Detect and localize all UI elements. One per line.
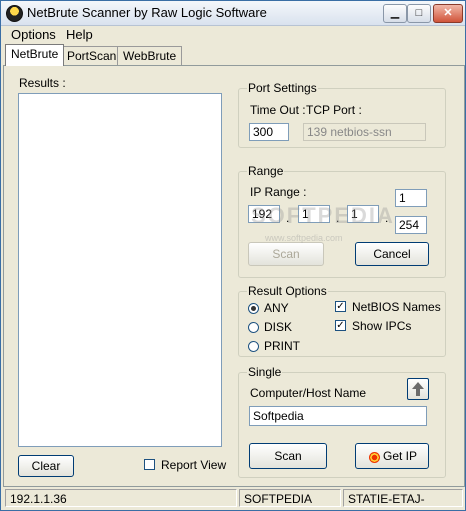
tab-strip: NetBrute PortScan WebBrute [1, 44, 465, 66]
tab-portscan[interactable]: PortScan [61, 46, 123, 65]
get-ip-label: Get IP [382, 449, 417, 463]
get-ip-icon [369, 452, 380, 463]
get-ip-button[interactable]: Get IP [355, 443, 429, 469]
ip-end-input[interactable]: 254 [395, 216, 427, 234]
tab-webbrute[interactable]: WebBrute [117, 46, 183, 65]
range-title: Range [247, 164, 285, 178]
status-workgroup: STATIE-ETAJ- [343, 489, 463, 507]
show-ipcs-checkbox[interactable]: ✓ [335, 320, 346, 331]
tcp-port-input[interactable]: 139 netbios-ssn [303, 123, 426, 141]
netbrute-window: NetBrute Scanner by Raw Logic Software ▁… [0, 0, 466, 511]
report-view-label: Report View [161, 458, 227, 472]
show-ipcs-label: Show IPCs [352, 319, 412, 333]
port-settings-title: Port Settings [247, 81, 318, 95]
up-arrow-icon [412, 382, 424, 396]
softpedia-watermark-url: www.softpedia.com [265, 233, 343, 243]
result-options-title: Result Options [247, 284, 328, 298]
minimize-button[interactable]: ▁ [383, 4, 407, 23]
maximize-button[interactable]: □ [407, 4, 431, 23]
range-scan-button[interactable]: Scan [248, 242, 324, 266]
print-radio[interactable] [248, 341, 259, 352]
ip-start-input[interactable]: 1 [395, 189, 427, 207]
status-host: SOFTPEDIA [239, 489, 341, 507]
results-label: Results : [19, 76, 66, 90]
disk-label: DISK [264, 320, 293, 334]
host-name-label: Computer/Host Name [250, 386, 367, 400]
disk-radio[interactable] [248, 322, 259, 333]
menu-options[interactable]: Options [11, 27, 56, 42]
netbios-names-label: NetBIOS Names [352, 300, 441, 314]
cancel-button[interactable]: Cancel [355, 242, 429, 266]
window-title: NetBrute Scanner by Raw Logic Software [27, 5, 267, 20]
netbios-names-checkbox[interactable]: ✓ [335, 301, 346, 312]
host-name-input[interactable]: Softpedia [249, 406, 427, 426]
print-label: PRINT [264, 339, 300, 353]
any-label: ANY [264, 301, 289, 315]
close-button[interactable]: ✕ [433, 4, 463, 23]
up-arrow-button[interactable] [407, 378, 429, 400]
status-bar: 192.1.1.36 SOFTPEDIA STATIE-ETAJ- [1, 487, 465, 510]
status-ip: 192.1.1.36 [5, 489, 237, 507]
results-list[interactable] [18, 93, 222, 447]
softpedia-watermark: SOFTPEDIA [251, 203, 395, 228]
single-scan-button[interactable]: Scan [249, 443, 327, 469]
tab-netbrute[interactable]: NetBrute [5, 44, 65, 66]
app-icon [6, 5, 23, 22]
menu-help[interactable]: Help [66, 27, 93, 42]
title-bar: NetBrute Scanner by Raw Logic Software ▁… [1, 1, 465, 26]
report-view-checkbox[interactable] [144, 459, 155, 470]
menu-bar: Options Help [1, 26, 465, 44]
single-title: Single [247, 365, 283, 379]
any-radio[interactable] [248, 303, 259, 314]
tcp-port-label: TCP Port : [306, 103, 362, 117]
timeout-label: Time Out : [250, 103, 306, 117]
clear-button[interactable]: Clear [18, 455, 74, 477]
timeout-input[interactable]: 300 [249, 123, 289, 141]
ip-range-label: IP Range : [250, 185, 307, 199]
